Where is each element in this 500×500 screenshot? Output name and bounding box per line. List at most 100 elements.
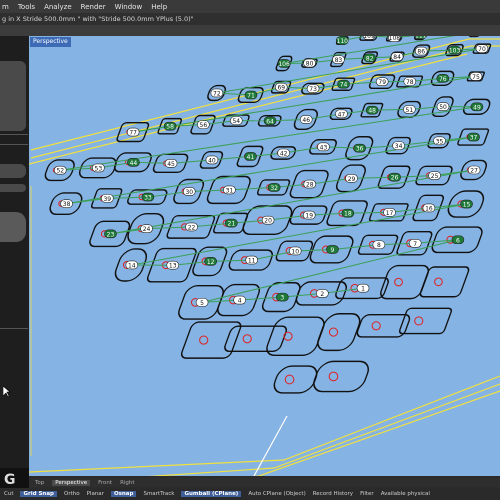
- part-label-text: 7: [413, 241, 417, 248]
- menu-item-help[interactable]: Help: [151, 3, 167, 11]
- part-label-text: 32: [270, 185, 278, 192]
- part-label: 25: [428, 171, 441, 180]
- part-label-text: 86: [417, 49, 425, 56]
- part-label: 40: [205, 155, 219, 164]
- part-label: 44: [127, 157, 140, 167]
- part-label-text: 77: [129, 130, 137, 137]
- status-cut[interactable]: Cut: [4, 491, 13, 497]
- status-gumball[interactable]: Gumball (CPlane): [181, 491, 242, 497]
- status-planar[interactable]: Planar: [87, 491, 104, 497]
- part-label: 52: [53, 165, 67, 175]
- part-label: 69: [274, 82, 288, 92]
- panel-button[interactable]: [0, 184, 26, 192]
- part-label-text: 18: [344, 211, 352, 218]
- part-label-text: 43: [320, 144, 328, 151]
- part-label: 58: [163, 121, 177, 131]
- part-label: 78: [403, 77, 417, 86]
- part-label: 10: [288, 246, 302, 255]
- part-label: 17: [383, 208, 396, 217]
- part-label-text: 9: [331, 247, 335, 254]
- part-label: 45: [164, 159, 178, 168]
- part-label-text: 47: [338, 111, 346, 118]
- part-label-text: 52: [56, 168, 64, 175]
- part-label-text: 10: [291, 248, 299, 255]
- part-label-text: 1: [361, 286, 365, 293]
- part-label: 35: [433, 136, 446, 145]
- part-label: 71: [244, 90, 258, 100]
- part-label-text: 22: [188, 224, 196, 231]
- part-label-text: 103: [449, 48, 461, 55]
- part-label-text: 33: [144, 195, 152, 202]
- part-label-text: 72: [213, 90, 221, 97]
- part-label-text: 44: [130, 160, 138, 167]
- menu-item-window[interactable]: Window: [115, 3, 143, 11]
- viewport-canvas[interactable]: 1101091081111071051068083828486103707271…: [29, 36, 500, 476]
- menu-item-analyze[interactable]: Analyze: [44, 3, 72, 11]
- part-label: 30: [182, 187, 196, 196]
- command-history: g in X Stride 500.0mm " with "Stride 500…: [0, 13, 500, 25]
- part-label-text: 111: [415, 36, 427, 39]
- part-label: 86: [414, 46, 428, 56]
- panel-button[interactable]: [0, 164, 26, 178]
- status-bar: Cut Grid Snap Ortho Planar Osnap SmartTr…: [0, 488, 500, 500]
- part-label-text: 106: [278, 61, 290, 68]
- part-label-text: 23: [107, 231, 115, 238]
- status-ortho[interactable]: Ortho: [64, 491, 80, 497]
- part-label: 74: [337, 79, 350, 89]
- status-osnap[interactable]: Osnap: [110, 491, 137, 497]
- tab-right[interactable]: Right: [120, 480, 134, 486]
- panel-block[interactable]: [0, 61, 26, 131]
- perspective-viewport[interactable]: 1101091081111071051068083828486103707271…: [29, 36, 500, 476]
- menu-item-tools[interactable]: Tools: [18, 3, 35, 11]
- part-label-text: 105: [470, 36, 482, 37]
- part-label: 23: [104, 229, 117, 238]
- part-label-text: 51: [406, 107, 414, 114]
- part-label: 105: [470, 36, 482, 37]
- part-label-text: 70: [478, 46, 486, 53]
- part-label-text: 48: [368, 108, 376, 115]
- part-label-text: 29: [348, 176, 356, 183]
- menu-bar: m Tools Analyze Render Window Help: [0, 0, 500, 13]
- divider: [0, 144, 28, 145]
- status-smarttrack[interactable]: SmartTrack: [143, 491, 174, 497]
- part-label: 2: [316, 289, 329, 298]
- part-label-text: 17: [386, 210, 394, 217]
- part-label-text: 37: [470, 135, 478, 142]
- part-label: 19: [302, 210, 316, 220]
- part-label-text: 8: [377, 242, 381, 249]
- part-label: 9: [326, 245, 339, 254]
- tab-front[interactable]: Front: [98, 480, 112, 486]
- part-label: 70: [475, 44, 489, 53]
- part-label-text: 50: [439, 104, 447, 111]
- tab-top[interactable]: Top: [35, 480, 44, 486]
- panel-button[interactable]: [0, 212, 26, 242]
- part-label-text: 12: [207, 259, 215, 266]
- status-grid-snap[interactable]: Grid Snap: [20, 491, 57, 497]
- part-label: 50: [436, 102, 450, 111]
- part-label: 103: [448, 45, 461, 55]
- part-label: 109: [362, 36, 376, 40]
- status-record-history[interactable]: Record History: [313, 491, 353, 497]
- part-label-text: 4: [238, 298, 242, 305]
- part-label: 27: [467, 165, 481, 174]
- part-label-text: 13: [169, 263, 177, 270]
- part-label-text: 5: [200, 300, 204, 307]
- part-label: 14: [125, 260, 139, 269]
- part-label-text: 14: [128, 262, 136, 269]
- status-memory[interactable]: Available physical: [381, 491, 430, 497]
- part-label-text: 71: [247, 93, 255, 100]
- part-label: 49: [470, 102, 484, 111]
- status-filter[interactable]: Filter: [360, 491, 374, 497]
- tab-perspective[interactable]: Perspective: [52, 479, 91, 486]
- menu-item-m[interactable]: m: [2, 3, 9, 11]
- part-label: 47: [335, 109, 348, 118]
- part-label: 13: [166, 260, 180, 270]
- status-auto-cplane[interactable]: Auto CPlane (Object): [248, 491, 305, 497]
- part-label-text: 36: [356, 146, 364, 153]
- menu-item-render[interactable]: Render: [81, 3, 106, 11]
- mouse-cursor-icon: [3, 386, 11, 398]
- part-label: 29: [345, 174, 358, 183]
- part-label: 84: [390, 52, 404, 61]
- part-label: 7: [408, 238, 422, 248]
- tab-perspective-viewport[interactable]: Perspective: [30, 37, 71, 47]
